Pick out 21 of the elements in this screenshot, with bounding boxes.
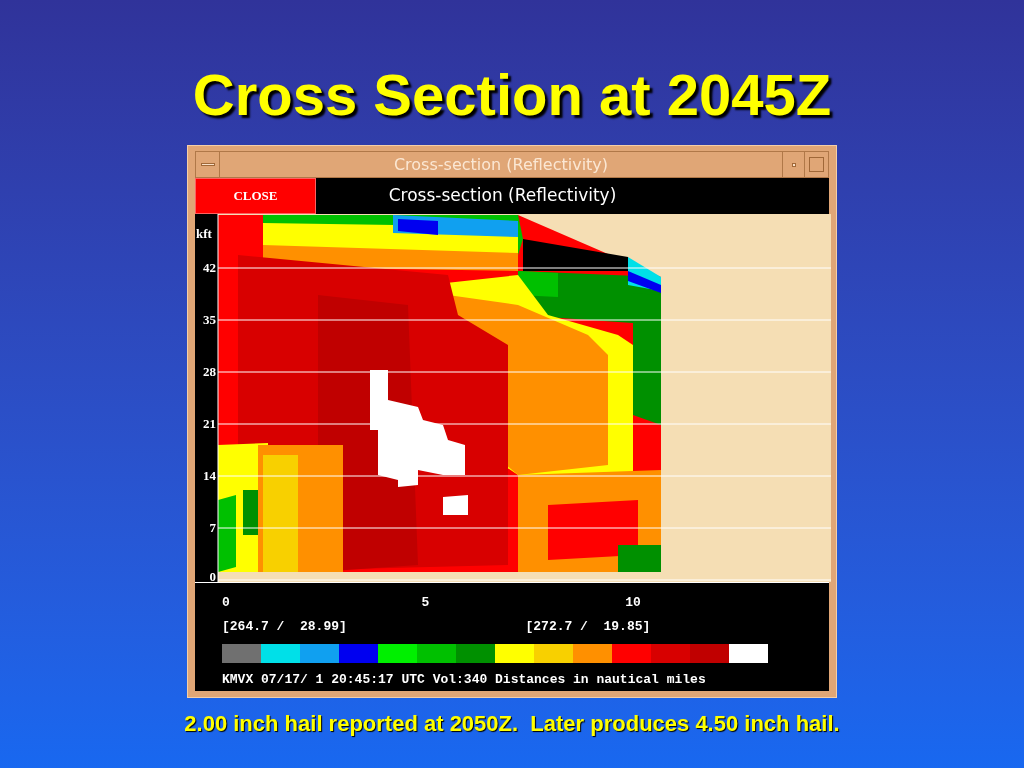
close-button[interactable]: CLOSE xyxy=(195,178,316,214)
panel-title: Cross-section (Reflectivity) xyxy=(387,184,618,207)
window-title: Cross-section (Reflectivity) xyxy=(392,154,610,176)
axis-label: 42 xyxy=(203,260,216,275)
slide-title: Cross Section at 2045Z xyxy=(192,62,832,128)
axis-label: 28 xyxy=(203,364,216,379)
square-icon xyxy=(809,157,824,172)
minimize-icon xyxy=(200,163,215,166)
axis-label: 14 xyxy=(203,468,216,483)
coordinate-label: [264.7 / 28.99] xyxy=(222,619,347,634)
axis-label: 21 xyxy=(203,416,216,431)
axis-label: 0 xyxy=(209,569,216,582)
axis-label: 7 xyxy=(209,520,216,535)
coordinate-label: [272.7 / 19.85] xyxy=(525,619,651,634)
axis-label: 0 xyxy=(222,595,230,610)
axis-label: 5 xyxy=(421,595,430,610)
slide-caption: 2.00 inch hail reported at 2050Z. Later produces 4.50 inch hail. xyxy=(184,710,840,738)
axis-label: 35 xyxy=(203,312,216,327)
status-text: KMVX 07/17/ 1 20:45:17 UTC Vol:340 Distances in nautical miles xyxy=(222,671,707,689)
axis-label: 10 xyxy=(625,595,641,610)
axis-unit: kft xyxy=(196,226,212,241)
